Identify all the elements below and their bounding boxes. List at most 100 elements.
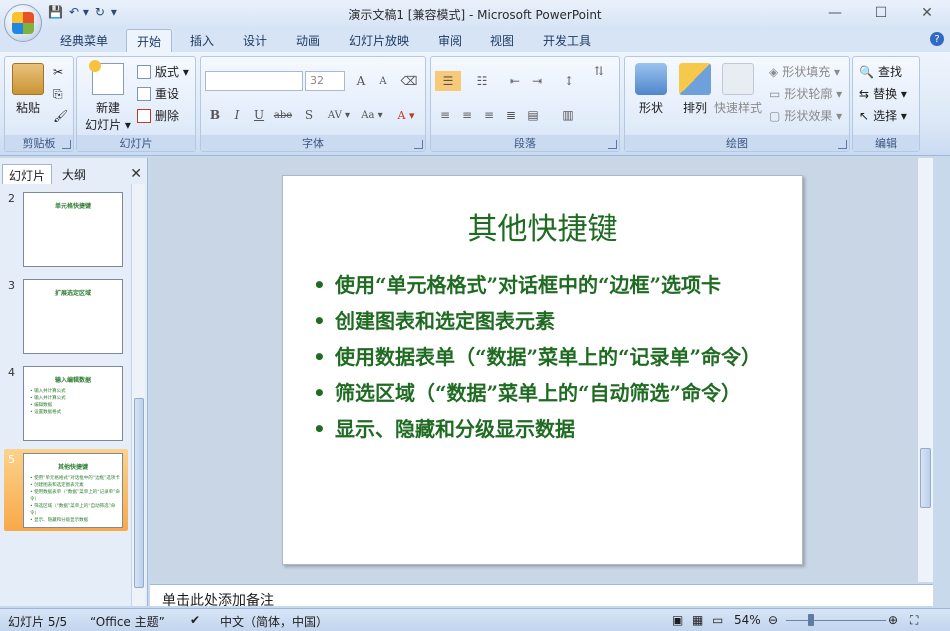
slide-scrollbar[interactable]	[917, 158, 933, 582]
tab-slideshow[interactable]: 幻灯片放映	[349, 32, 409, 49]
grow-font-button[interactable]: A	[351, 71, 371, 91]
tab-animation[interactable]: 动画	[296, 32, 320, 49]
cut-icon[interactable]: ✂	[53, 65, 63, 79]
tab-view[interactable]: 视图	[490, 32, 514, 49]
clear-format-icon[interactable]: ⌫	[399, 71, 419, 91]
delete-button[interactable]: 删除	[137, 107, 179, 124]
new-slide-button[interactable]: 新建 幻灯片 ▾	[83, 60, 133, 133]
align-center-icon[interactable]: ≡	[457, 105, 477, 125]
fit-window-icon[interactable]: ⛶	[910, 613, 918, 628]
reset-button[interactable]: 重设	[137, 85, 179, 102]
align-right-icon[interactable]: ≡	[479, 105, 499, 125]
font-size-combo[interactable]: 32	[305, 71, 345, 91]
slide-thumbnail[interactable]: 2 单元格快捷键	[4, 188, 128, 270]
paste-icon	[12, 63, 44, 95]
zoom-slider[interactable]	[786, 620, 886, 621]
slide-title[interactable]: 其他快捷键	[283, 204, 802, 248]
tab-review[interactable]: 审阅	[438, 32, 462, 49]
office-logo-icon	[12, 12, 34, 34]
scrollbar-thumb[interactable]	[134, 398, 144, 588]
close-button[interactable]: ✕	[904, 0, 950, 26]
minimize-button[interactable]: —	[812, 0, 858, 26]
shrink-font-button[interactable]: A	[373, 71, 393, 91]
tab-insert[interactable]: 插入	[190, 32, 214, 49]
delete-icon	[137, 108, 151, 123]
find-button[interactable]: 🔍 查找	[859, 63, 902, 80]
shadow-button[interactable]: S	[299, 105, 319, 125]
replace-icon: ⇆	[859, 86, 870, 101]
font-color-button[interactable]: A ▾	[391, 105, 421, 125]
justify-icon[interactable]: ≣	[501, 105, 521, 125]
arrange-button[interactable]: 排列	[675, 63, 715, 116]
slide-thumbnail[interactable]: 3 扩展选定区域	[4, 275, 128, 357]
tab-design[interactable]: 设计	[243, 32, 267, 49]
decrease-indent-icon[interactable]: ⇤	[505, 71, 525, 91]
select-button[interactable]: ↖ 选择 ▾	[859, 107, 907, 124]
quick-styles-button[interactable]: 快速样式	[713, 63, 763, 116]
slide-bullet: 创建图表和选定图表元素	[313, 308, 763, 334]
clipboard-launcher[interactable]	[62, 140, 71, 149]
theme-name[interactable]: “Office 主题”	[90, 613, 165, 630]
language[interactable]: 中文（简体，中国）	[220, 613, 328, 630]
zoom-in-icon[interactable]: ⊕	[888, 613, 898, 627]
slide-thumbnail-selected[interactable]: 5 其他快捷键 • 使用“单元格格式”对话框中的“边框”选项卡 • 创建图表和选…	[4, 449, 128, 531]
columns-icon[interactable]: ▥	[553, 105, 583, 125]
slide-body[interactable]: 使用“单元格格式”对话框中的“边框”选项卡 创建图表和选定图表元素 使用数据表单…	[313, 272, 763, 452]
sorter-view-icon[interactable]: ▦	[692, 613, 703, 627]
distribute-icon[interactable]: ▤	[523, 105, 543, 125]
line-spacing-icon[interactable]: ↕	[555, 71, 583, 91]
spellcheck-icon[interactable]: ✔	[190, 613, 200, 627]
editing-group: 🔍 查找 ⇆ 替换 ▾ ↖ 选择 ▾ 编辑	[852, 56, 920, 152]
paste-button[interactable]: 粘贴	[11, 63, 45, 116]
effects-icon: ▢	[769, 108, 781, 123]
layout-button[interactable]: 版式 ▾	[137, 63, 189, 80]
shape-fill-button[interactable]: ◈ 形状填充 ▾	[769, 63, 840, 80]
slideshow-view-icon[interactable]: ▭	[712, 613, 723, 627]
window-controls: — ☐ ✕	[812, 0, 950, 26]
tab-developer[interactable]: 开发工具	[543, 32, 591, 49]
paragraph-launcher[interactable]	[608, 140, 617, 149]
slide-bullet: 使用数据表单（“数据”菜单上的“记录单”命令）	[313, 344, 763, 370]
scrollbar-thumb[interactable]	[920, 448, 931, 508]
bullets-icon[interactable]: ☰	[435, 71, 461, 91]
font-name-combo[interactable]	[205, 71, 303, 91]
shape-effects-button[interactable]: ▢ 形状效果 ▾	[769, 107, 842, 124]
align-left-icon[interactable]: ≡	[435, 105, 455, 125]
tab-classic-menu[interactable]: 经典菜单	[60, 32, 108, 49]
slide-thumbnail[interactable]: 4 输入编辑数据 • 输入并计算公式 • 输入并计算公式 • 编辑数据 • 设置…	[4, 362, 128, 444]
strikethrough-button[interactable]: abe	[273, 105, 293, 125]
ribbon-tabs: 经典菜单 开始 插入 设计 动画 幻灯片放映 审阅 视图 开发工具 ?	[0, 28, 950, 53]
zoom-slider-thumb[interactable]	[808, 614, 814, 626]
maximize-button[interactable]: ☐	[858, 0, 904, 26]
shapes-button[interactable]: 形状	[631, 63, 671, 116]
replace-button[interactable]: ⇆ 替换 ▾	[859, 85, 907, 102]
change-case-button[interactable]: Aa ▾	[357, 105, 387, 125]
tab-outline[interactable]: 大纲	[56, 164, 92, 184]
font-launcher[interactable]	[414, 140, 423, 149]
numbering-icon[interactable]: ☷	[469, 71, 495, 91]
underline-button[interactable]: U	[249, 105, 269, 125]
slides-group: 新建 幻灯片 ▾ 版式 ▾ 重设 删除 幻灯片	[76, 56, 196, 152]
tab-home[interactable]: 开始	[126, 29, 173, 53]
char-spacing-button[interactable]: AV ▾	[323, 105, 355, 125]
paste-label: 粘贴	[15, 101, 40, 115]
italic-button[interactable]: I	[227, 105, 247, 125]
drawing-launcher[interactable]	[838, 140, 847, 149]
text-direction-icon[interactable]: ⇅	[589, 61, 609, 81]
font-group: 32 A A ⌫ B I U abe S AV ▾ Aa ▾ A ▾ 字体	[200, 56, 426, 152]
slide-canvas[interactable]: 其他快捷键 使用“单元格格式”对话框中的“边框”选项卡 创建图表和选定图表元素 …	[282, 175, 803, 565]
bold-button[interactable]: B	[205, 105, 225, 125]
shape-outline-button[interactable]: ▭ 形状轮廓 ▾	[769, 85, 842, 102]
thumbnail-scrollbar[interactable]	[131, 184, 145, 606]
zoom-out-icon[interactable]: ⊖	[768, 613, 778, 627]
tab-slides[interactable]: 幻灯片	[2, 164, 53, 184]
normal-view-icon[interactable]: ▣	[672, 613, 683, 627]
help-icon[interactable]: ?	[930, 32, 944, 46]
copy-icon[interactable]: ⎘	[53, 87, 63, 102]
zoom-level[interactable]: 54%	[734, 613, 761, 627]
increase-indent-icon[interactable]: ⇥	[527, 71, 547, 91]
close-panel-icon[interactable]: ✕	[130, 166, 142, 182]
format-painter-icon[interactable]: 🖌	[53, 109, 68, 123]
notes-pane[interactable]: 单击此处添加备注	[150, 584, 933, 609]
office-button[interactable]	[4, 4, 42, 42]
